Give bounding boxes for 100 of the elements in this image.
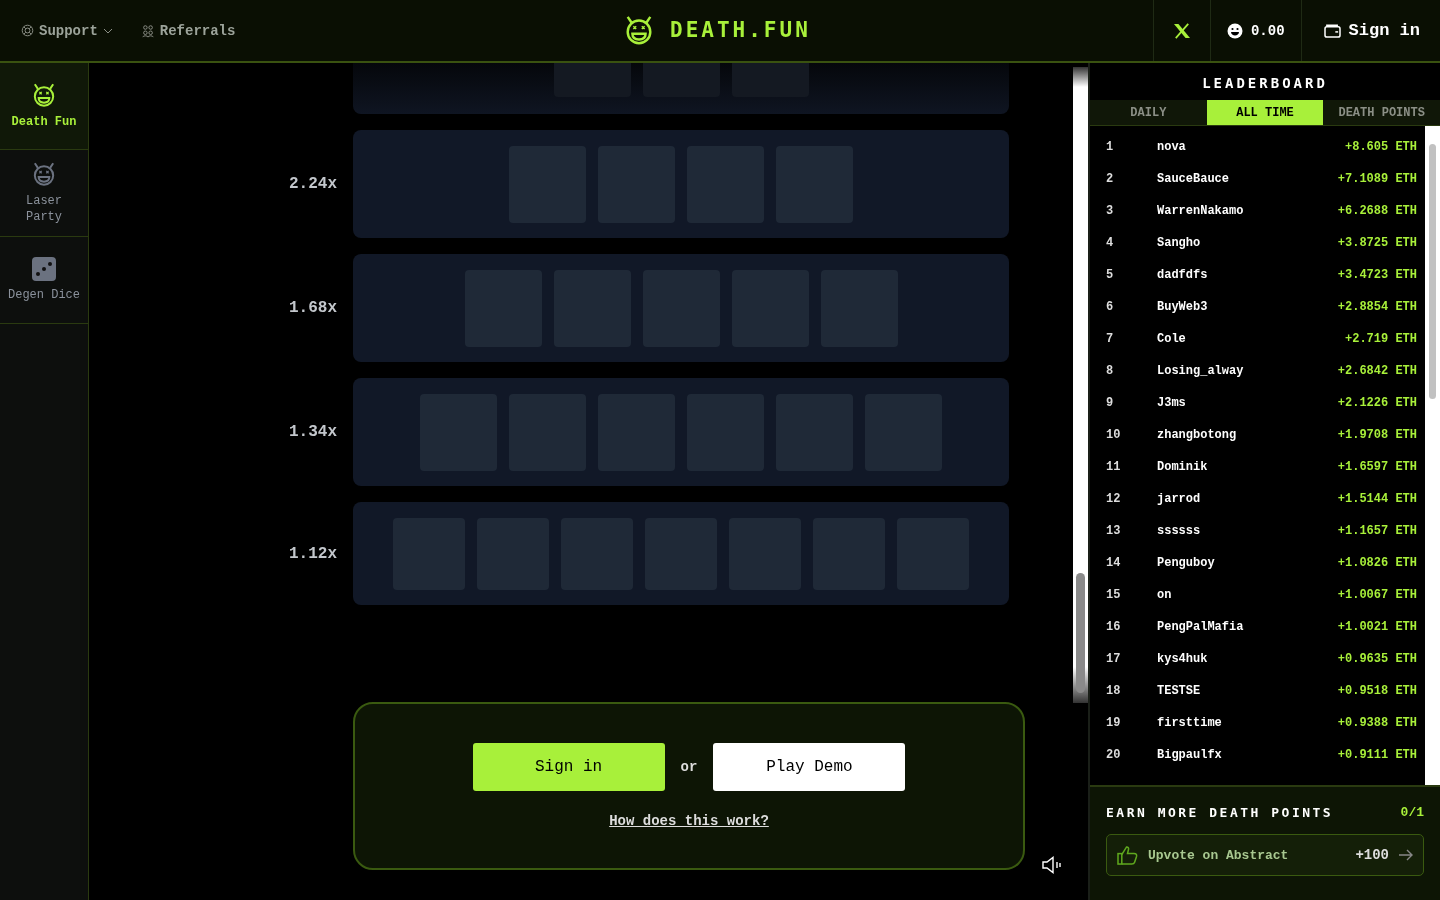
multiplier-label: 1.34x xyxy=(288,423,337,441)
profit-amount: +0.9388 ETH xyxy=(1337,716,1417,730)
game-tab[interactable]: Death Fun xyxy=(0,63,88,150)
profit-amount: +2.8854 ETH xyxy=(1337,300,1417,314)
rank-number: 3 xyxy=(1106,204,1115,218)
profit-amount: +1.6597 ETH xyxy=(1337,460,1417,474)
x-logo-icon xyxy=(1172,22,1191,39)
thumbs-up-icon xyxy=(1117,845,1138,865)
player-name: BuyWeb3 xyxy=(1157,300,1209,314)
devil-icon xyxy=(31,161,57,187)
profit-amount: +7.1089 ETH xyxy=(1337,172,1417,186)
rank-number: 7 xyxy=(1106,332,1115,346)
speaker-icon[interactable] xyxy=(1042,856,1064,874)
dice-icon xyxy=(32,257,56,281)
arrow-right-icon xyxy=(1399,849,1413,861)
profit-amount: +1.0067 ETH xyxy=(1337,588,1417,602)
rank-number: 13 xyxy=(1106,524,1122,538)
player-name: Dominik xyxy=(1157,460,1209,474)
logo-text: DEATH.FUN xyxy=(670,18,811,42)
rank-number: 11 xyxy=(1106,460,1122,474)
multiplier-label: 2.24x xyxy=(288,175,337,193)
profit-amount: +0.9635 ETH xyxy=(1337,652,1417,666)
lifebuoy-icon xyxy=(21,24,34,37)
player-name: on xyxy=(1157,588,1173,602)
rank-number: 10 xyxy=(1106,428,1122,442)
profit-amount: +0.9518 ETH xyxy=(1337,684,1417,698)
leaderboard-title: LEADERBOARD xyxy=(1201,74,1329,93)
rank-number: 4 xyxy=(1106,236,1115,250)
rank-number: 9 xyxy=(1106,396,1115,410)
player-name: Sangho xyxy=(1157,236,1202,250)
multiplier-label: 1.12x xyxy=(288,544,337,563)
nav-link[interactable]: Support xyxy=(21,22,113,39)
player-name: PengPalMafia xyxy=(1157,620,1245,634)
profit-amount: +2.1226 ETH xyxy=(1337,396,1417,410)
game-tab[interactable]: Laser Party xyxy=(0,150,88,237)
player-name: J3ms xyxy=(1157,396,1187,410)
profit-amount: +6.2688 ETH xyxy=(1337,204,1417,218)
player-name: SauceBauce xyxy=(1157,172,1230,186)
profit-amount: +2.6842 ETH xyxy=(1337,364,1417,378)
player-name: Penguboy xyxy=(1157,556,1216,570)
devil-icon xyxy=(31,82,57,108)
rank-number: 16 xyxy=(1106,620,1122,634)
profit-amount: +1.0826 ETH xyxy=(1337,556,1417,570)
people-icon xyxy=(140,23,155,38)
help-link[interactable]: How does this work? xyxy=(609,813,769,829)
balance-amount: 0.00 xyxy=(1250,22,1285,39)
rank-number: 1 xyxy=(1106,140,1115,154)
rank-number: 20 xyxy=(1106,748,1122,762)
player-name: firsttime xyxy=(1157,716,1223,730)
scrollbar[interactable] xyxy=(1073,67,1088,703)
player-name: jarrod xyxy=(1157,492,1202,506)
leaderboard-tab[interactable]: DAILY xyxy=(1090,100,1207,125)
rank-number: 14 xyxy=(1106,556,1122,570)
rank-number: 6 xyxy=(1106,300,1115,314)
rank-number: 5 xyxy=(1106,268,1115,282)
profit-amount: +0.9111 ETH xyxy=(1337,748,1417,762)
rank-number: 15 xyxy=(1106,588,1122,602)
game-tab[interactable]: Degen Dice xyxy=(0,237,88,324)
player-name: ssssss xyxy=(1157,524,1202,538)
nav-link[interactable]: Referrals xyxy=(140,22,236,39)
profit-amount: +1.1657 ETH xyxy=(1337,524,1417,538)
wallet-icon xyxy=(1323,23,1341,38)
tile[interactable] xyxy=(731,63,809,97)
or-text: or xyxy=(680,759,698,775)
profit-amount: +1.0021 ETH xyxy=(1337,620,1417,634)
scrollbar[interactable] xyxy=(1425,126,1440,785)
player-name: Losing_alway xyxy=(1157,364,1245,378)
player-name: Cole xyxy=(1157,332,1187,346)
section-title: EARN MORE DEATH POINTS xyxy=(1106,805,1334,820)
player-name: nova xyxy=(1157,140,1187,154)
profit-amount: +3.4723 ETH xyxy=(1337,268,1417,282)
sign-in-button[interactable]: Sign in xyxy=(1300,0,1440,61)
profit-amount: +8.605 ETH xyxy=(1345,140,1417,154)
profit-amount: +1.5144 ETH xyxy=(1337,492,1417,506)
progress-count: 0/1 xyxy=(1400,805,1424,820)
profit-amount: +2.719 ETH xyxy=(1345,332,1417,346)
leaderboard-tab[interactable]: DEATH POINTS xyxy=(1323,100,1440,125)
chevron-down-icon xyxy=(102,27,113,34)
rank-number: 19 xyxy=(1106,716,1122,730)
profit-amount: +1.9708 ETH xyxy=(1337,428,1417,442)
player-name: dadfdfs xyxy=(1157,268,1209,282)
tile[interactable] xyxy=(642,63,720,97)
sign-in-button[interactable]: Sign in xyxy=(472,743,665,791)
multiplier-label: 1.68x xyxy=(288,299,337,317)
profit-amount: +3.8725 ETH xyxy=(1337,236,1417,250)
rank-number: 8 xyxy=(1106,364,1115,378)
task-button[interactable]: Upvote on Abstract +100 xyxy=(1106,834,1424,876)
play-demo-button[interactable]: Play Demo xyxy=(713,743,906,791)
player-name: kys4huk xyxy=(1157,652,1209,666)
rank-number: 17 xyxy=(1106,652,1122,666)
smiley-icon xyxy=(1226,22,1243,39)
player-name: WarrenNakamo xyxy=(1157,204,1245,218)
rank-number: 18 xyxy=(1106,684,1122,698)
tile[interactable] xyxy=(553,63,631,97)
player-name: TESTSE xyxy=(1157,684,1202,698)
rank-number: 12 xyxy=(1106,492,1122,506)
rank-number: 2 xyxy=(1106,172,1115,186)
player-name: zhangbotong xyxy=(1157,428,1238,442)
player-name: Bigpaulfx xyxy=(1157,748,1223,762)
leaderboard-tab[interactable]: ALL TIME xyxy=(1206,100,1324,125)
